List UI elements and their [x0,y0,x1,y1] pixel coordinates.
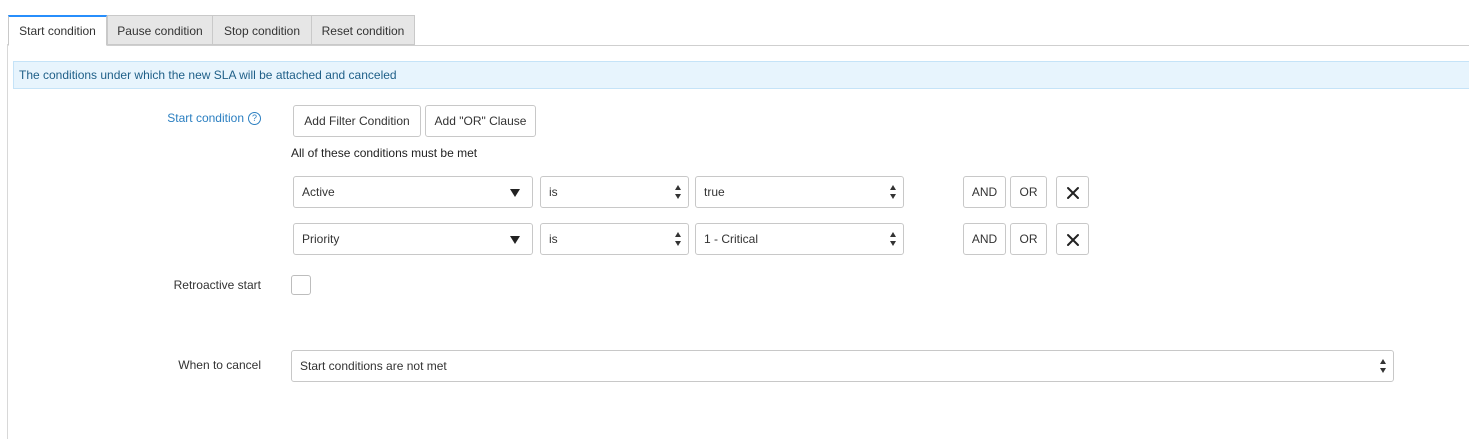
close-icon [1067,187,1079,199]
or-button[interactable]: OR [1010,223,1047,255]
or-button[interactable]: OR [1010,176,1047,208]
sort-arrows-icon [1380,359,1388,373]
help-icon[interactable]: ? [248,112,261,125]
info-message: The conditions under which the new SLA w… [13,61,1469,89]
when-to-cancel-label: When to cancel [178,358,261,372]
add-or-clause-button[interactable]: Add "OR" Clause [425,105,536,137]
condition-value-select[interactable]: true [695,176,904,208]
tab-stop-condition[interactable]: Stop condition [212,15,312,45]
delete-condition-button[interactable] [1056,176,1089,208]
sort-arrows-icon [890,185,898,199]
start-condition-label-text: Start condition [167,111,244,125]
when-to-cancel-select[interactable]: Start conditions are not met [291,350,1394,382]
conditions-hint: All of these conditions must be met [291,146,478,160]
when-to-cancel-value: Start conditions are not met [300,359,447,373]
tab-pause-condition[interactable]: Pause condition [107,15,213,45]
sort-arrows-icon [675,232,683,246]
condition-operator-value: is [549,185,558,199]
condition-field-select[interactable]: Active [293,176,533,208]
condition-value-text: true [704,185,725,199]
tab-start-condition[interactable]: Start condition [8,15,107,46]
add-filter-condition-button[interactable]: Add Filter Condition [293,105,421,137]
chevron-down-icon [510,189,520,197]
condition-operator-select[interactable]: is [540,223,689,255]
sort-arrows-icon [675,185,683,199]
retroactive-start-label: Retroactive start [173,278,261,292]
and-button[interactable]: AND [963,176,1006,208]
close-icon [1067,234,1079,246]
delete-condition-button[interactable] [1056,223,1089,255]
condition-operator-value: is [549,232,558,246]
condition-value-select[interactable]: 1 - Critical [695,223,904,255]
left-border [7,44,8,439]
condition-field-select[interactable]: Priority [293,223,533,255]
condition-field-value: Priority [302,232,340,246]
condition-operator-select[interactable]: is [540,176,689,208]
sort-arrows-icon [890,232,898,246]
condition-value-text: 1 - Critical [704,232,759,246]
start-condition-label: Start condition? [100,111,261,125]
chevron-down-icon [510,236,520,244]
retroactive-start-checkbox[interactable] [291,275,311,295]
and-button[interactable]: AND [963,223,1006,255]
tab-reset-condition[interactable]: Reset condition [311,15,415,45]
condition-field-value: Active [302,185,335,199]
